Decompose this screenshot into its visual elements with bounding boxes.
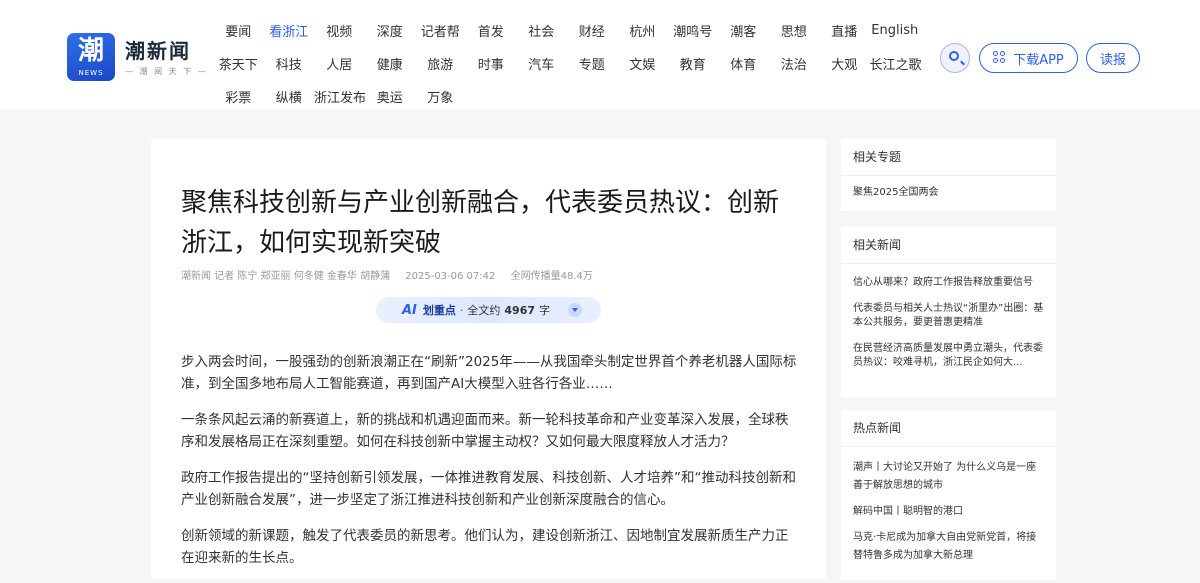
nav-item[interactable]: 万象 (415, 87, 466, 106)
hot-news-title: 热点新闻 (841, 410, 1056, 447)
nav-item[interactable]: 时事 (466, 54, 517, 73)
nav-item[interactable]: 视频 (314, 21, 365, 40)
ai-icon: AI (402, 302, 417, 318)
ai-separator: · (459, 303, 464, 317)
logo-icon: 潮 NEWS (67, 33, 115, 81)
nav-item[interactable]: 纵横 (264, 87, 315, 106)
nav-item[interactable]: 财经 (567, 21, 618, 40)
site-header: 潮 NEWS 潮新闻 — 潮 阅 天 下 — 要闻 看浙江 视频 深度 记者帮 首发 社会财… (0, 0, 1200, 110)
nav-item[interactable]: 大观 (819, 54, 870, 73)
related-news-card: 相关新闻 信心从哪来？政府工作报告释放重要信号 代表委员与相关人士热议“浙里办”… (841, 227, 1056, 397)
nav-item[interactable]: 教育 (668, 54, 719, 73)
nav-item[interactable]: 要闻 (213, 21, 264, 40)
nav-item[interactable]: 体育 (718, 54, 769, 73)
logo-en-text: NEWS (78, 69, 104, 77)
logo-glyph: 潮 (77, 36, 104, 66)
ai-word-count: 4967 (504, 303, 536, 317)
nav-item[interactable]: 杭州 (617, 21, 668, 40)
nav-item[interactable]: 潮客 (718, 21, 769, 40)
app-grid-icon (993, 51, 1007, 65)
related-topics-card: 相关专题 聚焦2025全国两会 (841, 139, 1056, 211)
nav-item[interactable]: 深度 (365, 21, 416, 40)
nav-item[interactable]: 健康 (365, 54, 416, 73)
hot-news-link[interactable]: 潮声丨大讨论又开始了 为什么义乌是一座善于解放思想的城市 (841, 459, 1056, 495)
search-button[interactable] (940, 43, 970, 73)
related-topics-title: 相关专题 (841, 139, 1056, 176)
article-paragraph: 一条条风起云涌的新赛道上，新的挑战和机遇迎面而来。新一轮科技革命和产业变革深入发… (181, 412, 789, 450)
related-news-title: 相关新闻 (841, 227, 1056, 264)
article-source: 潮新闻 记者 陈宁 郑亚丽 何冬健 金春华 胡静蒲 (181, 271, 391, 282)
ai-summary-label: 划重点 (422, 304, 456, 317)
site-logo[interactable]: 潮 NEWS 潮新闻 — 潮 阅 天 下 — (67, 33, 208, 81)
ai-word-suffix: 字 (539, 304, 551, 317)
nav-item[interactable]: 记者帮 (415, 21, 466, 40)
related-news-link[interactable]: 代表委员与相关人士热议“浙里办”出圈：基本公共服务，要更普惠更精准 (841, 302, 1056, 330)
article-body: 步入两会时间，一股强劲的创新浪潮正在“刷新”2025年——从我国牵头制定世界首个… (181, 351, 801, 583)
download-app-button[interactable]: 下载APP (979, 43, 1078, 73)
ai-summary-bar[interactable]: AI 划重点 · 全文约 4967 字 (376, 297, 601, 323)
nav-row: 彩票 纵横 浙江发布 奥运 万象 (213, 80, 933, 113)
nav-row: 茶天下 科技 人居 健康 旅游 时事 汽车 专题 文娱 教育 体育 法治 大观 长江之歌 (213, 47, 933, 80)
brand-slogan: — 潮 阅 天 下 — (125, 66, 208, 76)
article-date: 2025-03-06 07:42 (405, 271, 496, 282)
nav-item[interactable]: 科技 (264, 54, 315, 73)
article-paragraph: 创新领域的新课题，触发了代表委员的新思考。他们认为，建设创新浙江、因地制宜发展新… (181, 528, 789, 566)
main-nav: 要闻 看浙江 视频 深度 记者帮 首发 社会 财经 杭州 潮鸣号 潮客 思想 直播 English 茶天下科… (213, 14, 933, 113)
nav-item[interactable]: 彩票 (213, 87, 264, 106)
chevron-down-icon[interactable] (568, 303, 583, 317)
nav-item[interactable]: 奥运 (365, 87, 416, 106)
nav-item[interactable]: English (870, 23, 921, 38)
nav-item[interactable]: 文娱 (617, 54, 668, 73)
nav-item[interactable]: 社会 (516, 21, 567, 40)
article-paragraph: 步入两会时间，一股强劲的创新浪潮正在“刷新”2025年——从我国牵头制定世界首个… (181, 354, 797, 392)
nav-item[interactable]: 专题 (567, 54, 618, 73)
related-news-link[interactable]: 信心从哪来？政府工作报告释放重要信号 (841, 276, 1056, 290)
related-news-link[interactable]: 在民营经济高质量发展中勇立潮头，代表委员热议：咬难寻机，浙江民企如何大... (841, 342, 1056, 370)
ai-word-prefix: 全文约 (467, 304, 501, 317)
download-app-label: 下载APP (1013, 52, 1064, 68)
nav-item[interactable]: 首发 (466, 21, 517, 40)
nav-item[interactable]: 浙江发布 (314, 87, 366, 106)
nav-item[interactable]: 茶天下 (213, 54, 264, 73)
nav-item[interactable]: 汽车 (516, 54, 567, 73)
search-icon (949, 51, 959, 61)
hot-news-link[interactable]: 马克·卡尼成为加拿大自由党新党首，将接替特鲁多成为加拿大新总理 (841, 529, 1056, 565)
article-meta: 潮新闻 记者 陈宁 郑亚丽 何冬健 金春华 胡静蒲 2025-03-06 07:… (181, 267, 605, 282)
read-paper-button[interactable]: 读报 (1086, 43, 1140, 73)
read-paper-label: 读报 (1099, 52, 1126, 68)
nav-item[interactable]: 人居 (314, 54, 365, 73)
nav-item[interactable]: 旅游 (415, 54, 466, 73)
hot-news-link[interactable]: 解码中国丨聪明智的港口 (841, 503, 1056, 521)
article-paragraph: 政府工作报告提出的“坚持创新引领发展，一体推进教育发展、科技创新、人才培养”和“… (181, 470, 796, 508)
nav-row: 要闻 看浙江 视频 深度 记者帮 首发 社会 财经 杭州 潮鸣号 潮客 思想 直播 English (213, 14, 933, 47)
article-card: 聚焦科技创新与产业创新融合，代表委员热议：创新浙江，如何实现新突破 潮新闻 记者… (151, 139, 826, 579)
article-title: 聚焦科技创新与产业创新融合，代表委员热议：创新浙江，如何实现新突破 (181, 188, 780, 258)
nav-item[interactable]: 直播 (819, 21, 870, 40)
article-spread: 全网传播量48.4万 (510, 271, 593, 282)
nav-item[interactable]: 法治 (769, 54, 820, 73)
brand-name: 潮新闻 (125, 38, 191, 63)
nav-item[interactable]: 长江之歌 (870, 54, 922, 73)
nav-item[interactable]: 看浙江 (264, 21, 315, 40)
logo-text: 潮新闻 — 潮 阅 天 下 — (125, 38, 208, 77)
related-topic-link[interactable]: 聚焦2025全国两会 (841, 186, 1056, 200)
hot-news-card: 热点新闻 潮声丨大讨论又开始了 为什么义乌是一座善于解放思想的城市 解码中国丨聪… (841, 410, 1056, 580)
nav-item[interactable]: 思想 (769, 21, 820, 40)
nav-item[interactable]: 潮鸣号 (668, 21, 719, 40)
